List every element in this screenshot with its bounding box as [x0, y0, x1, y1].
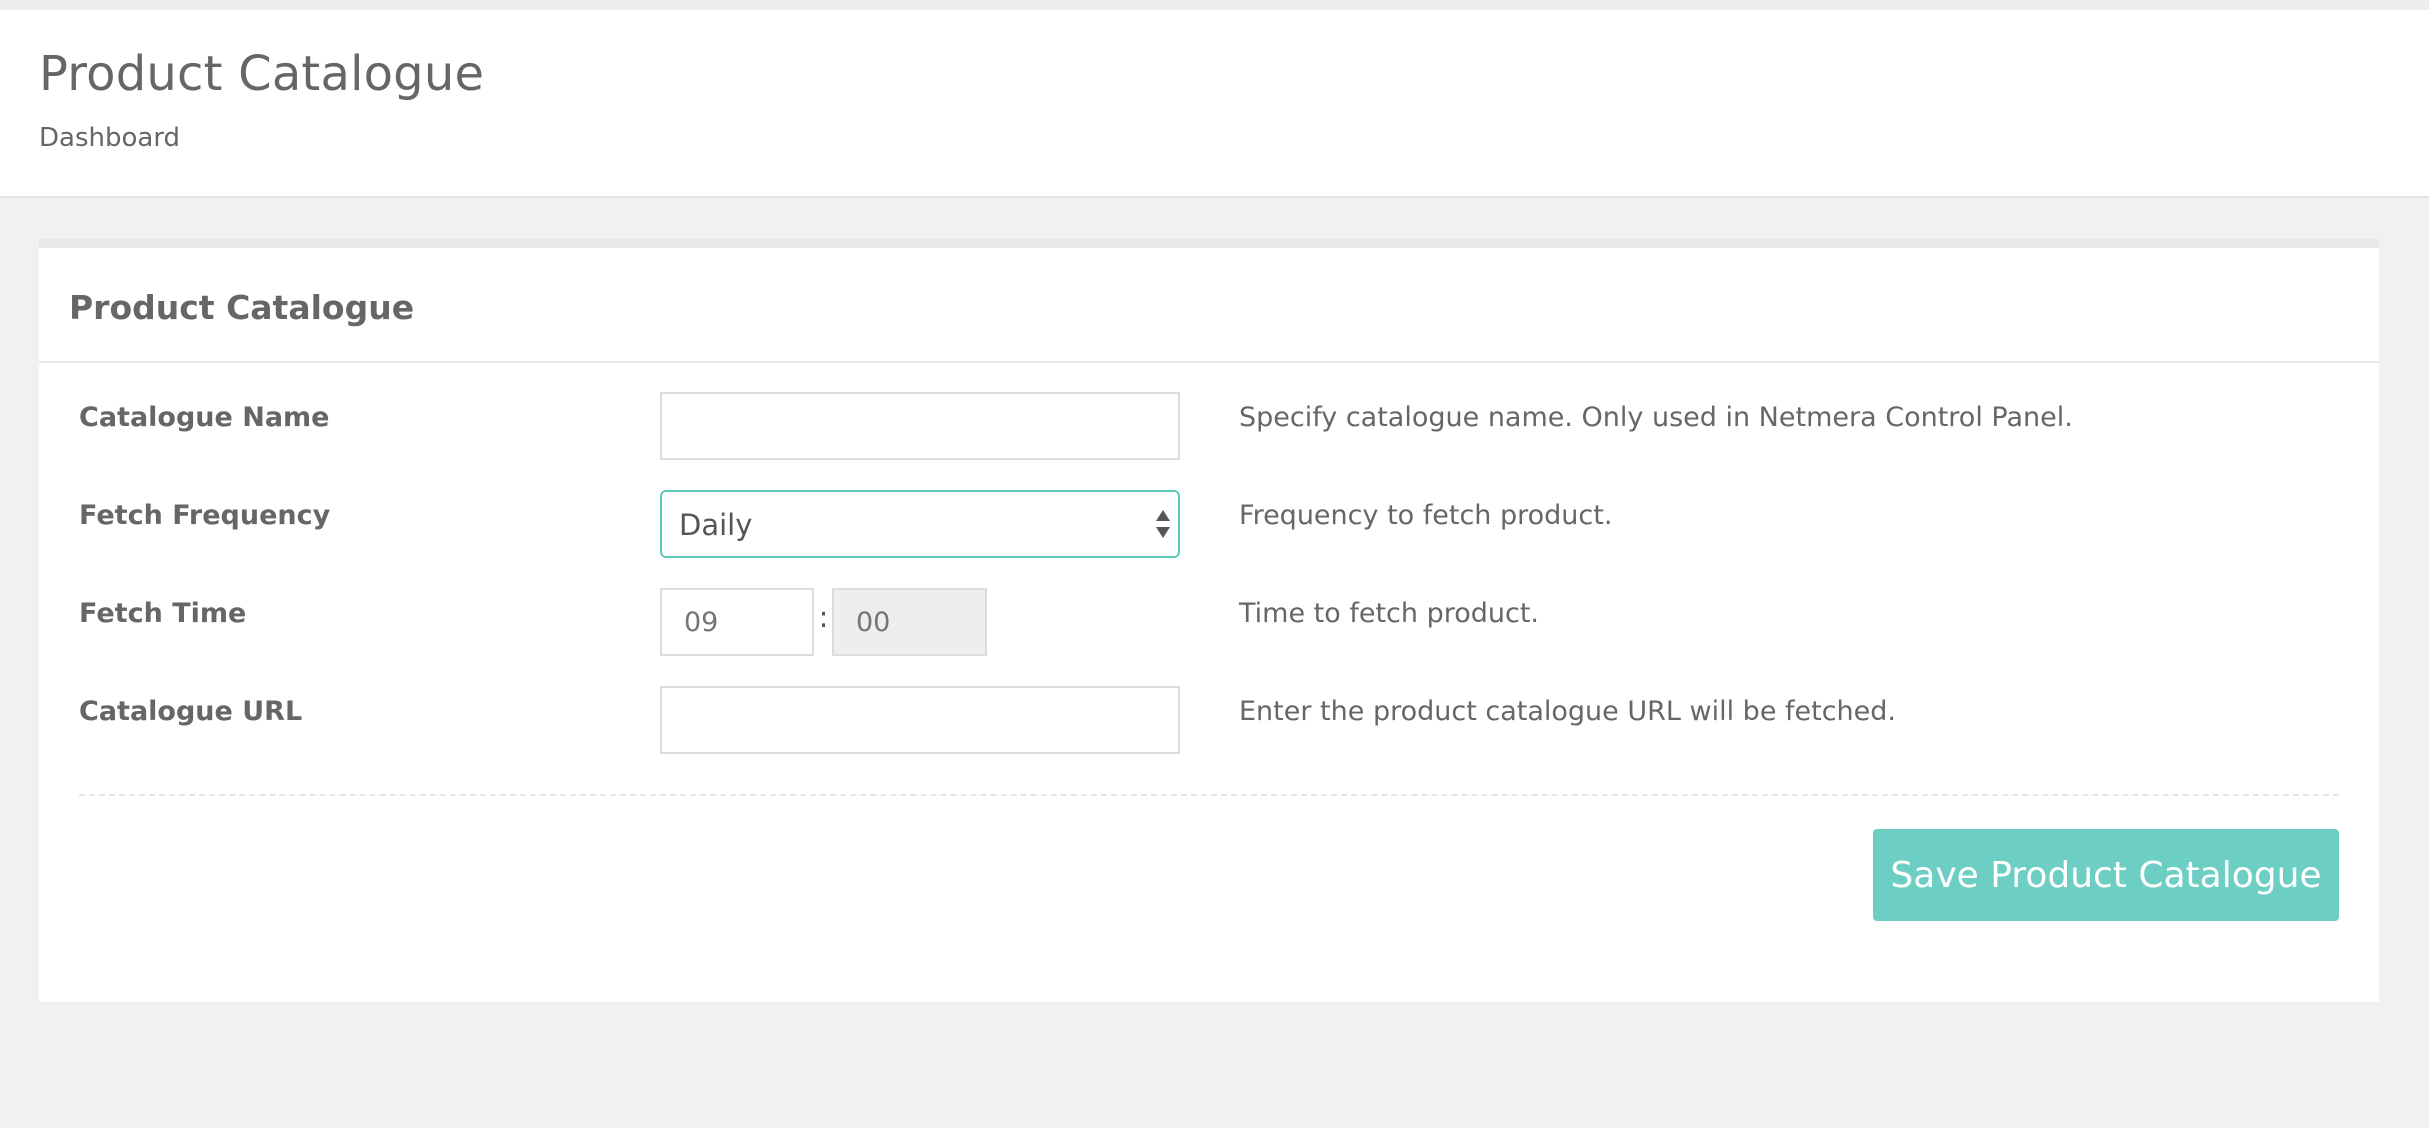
catalogue-url-help: Enter the product catalogue URL will be …: [1239, 696, 1897, 727]
page-header: Product Catalogue Dashboard: [0, 10, 2429, 198]
fetch-time-help: Time to fetch product.: [1239, 598, 1540, 629]
fetch-frequency-select[interactable]: Daily: [660, 490, 1180, 558]
catalogue-name-label: Catalogue Name: [79, 402, 330, 433]
select-arrows-icon: [1156, 506, 1170, 546]
fetch-frequency-value: Daily: [679, 508, 753, 542]
breadcrumb-dashboard[interactable]: Dashboard: [39, 123, 180, 153]
save-product-catalogue-button[interactable]: Save Product Catalogue: [1873, 829, 2339, 921]
catalogue-name-input[interactable]: [660, 392, 1180, 460]
panel-title: Product Catalogue: [69, 288, 415, 327]
fetch-time-minute-input[interactable]: [832, 588, 987, 656]
panel-heading: Product Catalogue: [39, 248, 2379, 363]
fetch-frequency-row: Fetch Frequency Daily Frequency to fetch…: [39, 490, 2379, 560]
product-catalogue-panel: Product Catalogue Catalogue Name Specify…: [39, 239, 2379, 1002]
fetch-frequency-help: Frequency to fetch product.: [1239, 500, 1613, 531]
catalogue-url-row: Catalogue URL Enter the product catalogu…: [39, 686, 2379, 756]
form-divider: [79, 794, 2339, 796]
fetch-frequency-label: Fetch Frequency: [79, 500, 331, 531]
page-title: Product Catalogue: [39, 46, 485, 102]
time-separator: :: [818, 600, 829, 634]
top-strip: [0, 0, 2429, 10]
fetch-time-label: Fetch Time: [79, 598, 247, 629]
catalogue-url-label: Catalogue URL: [79, 696, 303, 727]
fetch-time-hour-input[interactable]: [660, 588, 814, 656]
fetch-time-row: Fetch Time : Time to fetch product.: [39, 588, 2379, 658]
catalogue-url-input[interactable]: [660, 686, 1180, 754]
catalogue-name-row: Catalogue Name Specify catalogue name. O…: [39, 392, 2379, 462]
catalogue-name-help: Specify catalogue name. Only used in Net…: [1239, 402, 2073, 433]
